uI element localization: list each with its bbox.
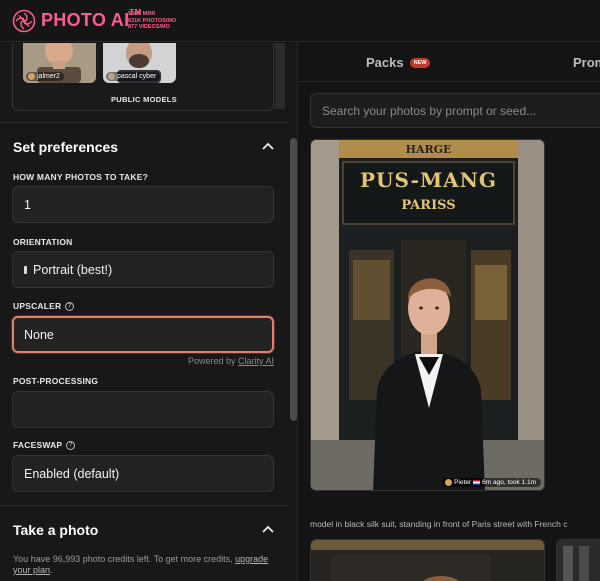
model-tag: pascal cyber (106, 72, 161, 81)
portrait-icon (24, 265, 27, 274)
flag-icon (473, 480, 481, 485)
photo-ai-logo-icon[interactable] (12, 9, 36, 33)
generated-photo (557, 540, 600, 581)
help-icon[interactable]: ? (66, 440, 76, 450)
chevron-up-icon[interactable] (262, 525, 274, 533)
generated-photo-card[interactable] (310, 539, 545, 581)
author-name: Pieter (454, 479, 472, 486)
avatar (108, 73, 115, 80)
photos-count-input[interactable]: 1 (12, 186, 274, 223)
generated-photo (311, 140, 544, 490)
left-scrollbar-thumb[interactable] (290, 138, 297, 421)
tab-packs[interactable]: Packs NEW (366, 55, 431, 70)
photo-caption: model in black silk suit, standing in fr… (310, 519, 568, 529)
section-title-take-photo[interactable]: Take a photo (13, 522, 98, 538)
credits-text: You have 96,993 photo credits left. To g… (13, 554, 278, 576)
divider (0, 505, 288, 506)
credits-message: You have 96,993 photo credits left. To g… (13, 554, 233, 564)
orientation-select[interactable]: Portrait (best!) (12, 251, 274, 288)
chevron-up-icon[interactable] (262, 142, 274, 150)
generated-photo (311, 540, 544, 581)
search-input[interactable]: Search your photos by prompt or seed... (310, 93, 600, 128)
photo-meta: 6m ago, took 1.1m (482, 479, 536, 486)
model-thumbnail[interactable]: pascal cyber (103, 43, 176, 83)
tab-label: Packs (366, 55, 404, 70)
brand-name[interactable]: PHOTO AITM (41, 8, 142, 31)
powered-prefix: Powered by (187, 356, 236, 366)
credits-period: . (50, 565, 53, 575)
left-panel: jalmer2 pascal cyber PUBLIC MODELS Set p… (0, 43, 288, 581)
public-models-label: PUBLIC MODELS (111, 95, 177, 104)
faceswap-select[interactable]: Enabled (default) (12, 455, 274, 492)
model-name: pascal cyber (117, 73, 157, 80)
upscaler-select[interactable]: None (12, 316, 274, 353)
model-name: jalmer2 (37, 73, 60, 80)
right-panel: Packs NEW Prom Search your photos by pro… (299, 43, 600, 581)
public-models-box: jalmer2 pascal cyber PUBLIC MODELS (12, 43, 285, 111)
generated-photo-card[interactable]: HARGE PUS-MANG PARISS Pieter 6m ago, too… (310, 139, 545, 491)
clarity-ai-link[interactable]: Clarity AI (238, 356, 274, 366)
photo-author-tag: Pieter 6m ago, took 1.1m (442, 478, 541, 487)
sign-main-text: PUS-MANG (360, 168, 497, 192)
author-avatar (445, 479, 453, 486)
sign-top-text: HARGE (405, 143, 452, 156)
avatar (28, 73, 35, 80)
models-scrollbar[interactable] (275, 43, 285, 109)
sign-sub-text: PARISS (401, 198, 456, 213)
tab-prompts[interactable]: Prom (573, 55, 600, 70)
model-tag: jalmer2 (26, 72, 64, 81)
new-badge: NEW (409, 57, 431, 68)
tab-label: Prom (573, 55, 600, 70)
post-processing-select[interactable] (12, 391, 274, 428)
orientation-label: ORIENTATION (13, 237, 73, 247)
powered-by-text: Powered by Clarity AI (150, 356, 274, 366)
section-title-preferences[interactable]: Set preferences (13, 139, 118, 155)
orientation-value: Portrait (best!) (33, 262, 113, 277)
help-icon[interactable]: ? (65, 301, 75, 311)
divider (0, 122, 288, 123)
upscaler-label: UPSCALER ? (13, 301, 75, 311)
faceswap-label: FACESWAP ? (13, 440, 76, 450)
photos-count-label: HOW MANY PHOTOS TO TAKE? (13, 172, 148, 182)
stat-videos: 877 VIDEOS/MO (128, 24, 170, 30)
stats-block: $56K MRR 631K PHOTOS/MO 877 VIDEOS/MO (128, 11, 176, 31)
post-processing-label: POST-PROCESSING (13, 376, 99, 386)
generated-photo-card[interactable] (556, 539, 600, 581)
top-bar: PHOTO AITM $56K MRR 631K PHOTOS/MO 877 V… (0, 0, 600, 42)
model-thumbnail[interactable]: jalmer2 (23, 43, 96, 83)
tabs-divider (299, 81, 600, 82)
